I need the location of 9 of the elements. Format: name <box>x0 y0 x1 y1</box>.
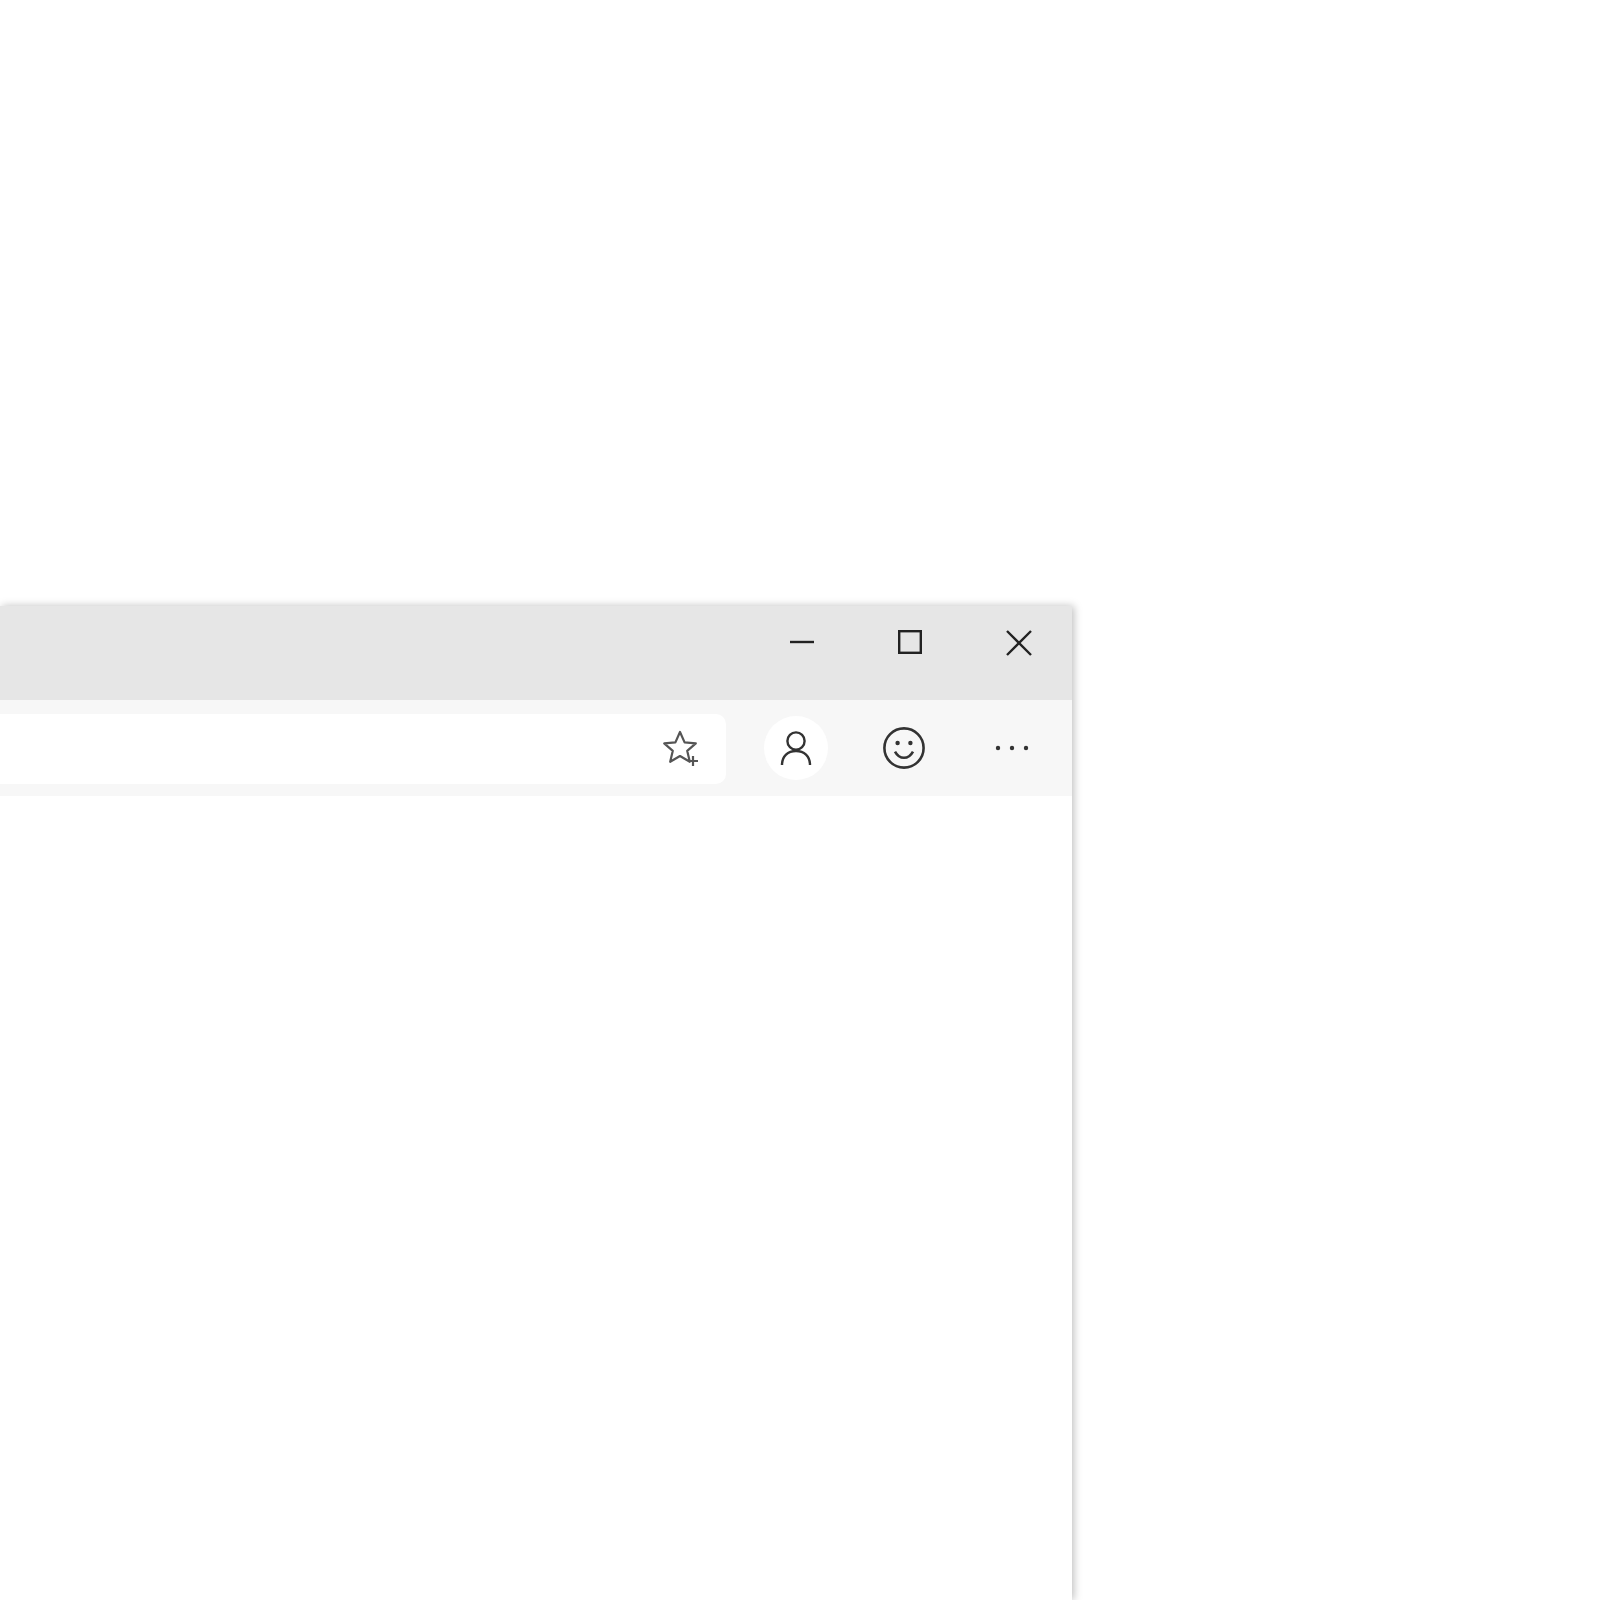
profile-button[interactable] <box>764 716 828 780</box>
close-icon <box>1005 629 1031 655</box>
address-field[interactable] <box>0 713 726 783</box>
smiley-icon <box>882 726 926 770</box>
more-icon <box>994 744 1030 752</box>
person-icon <box>780 730 812 766</box>
add-favorite-icon[interactable] <box>662 729 702 767</box>
maximize-icon <box>898 630 922 654</box>
minimize-icon <box>790 640 814 644</box>
